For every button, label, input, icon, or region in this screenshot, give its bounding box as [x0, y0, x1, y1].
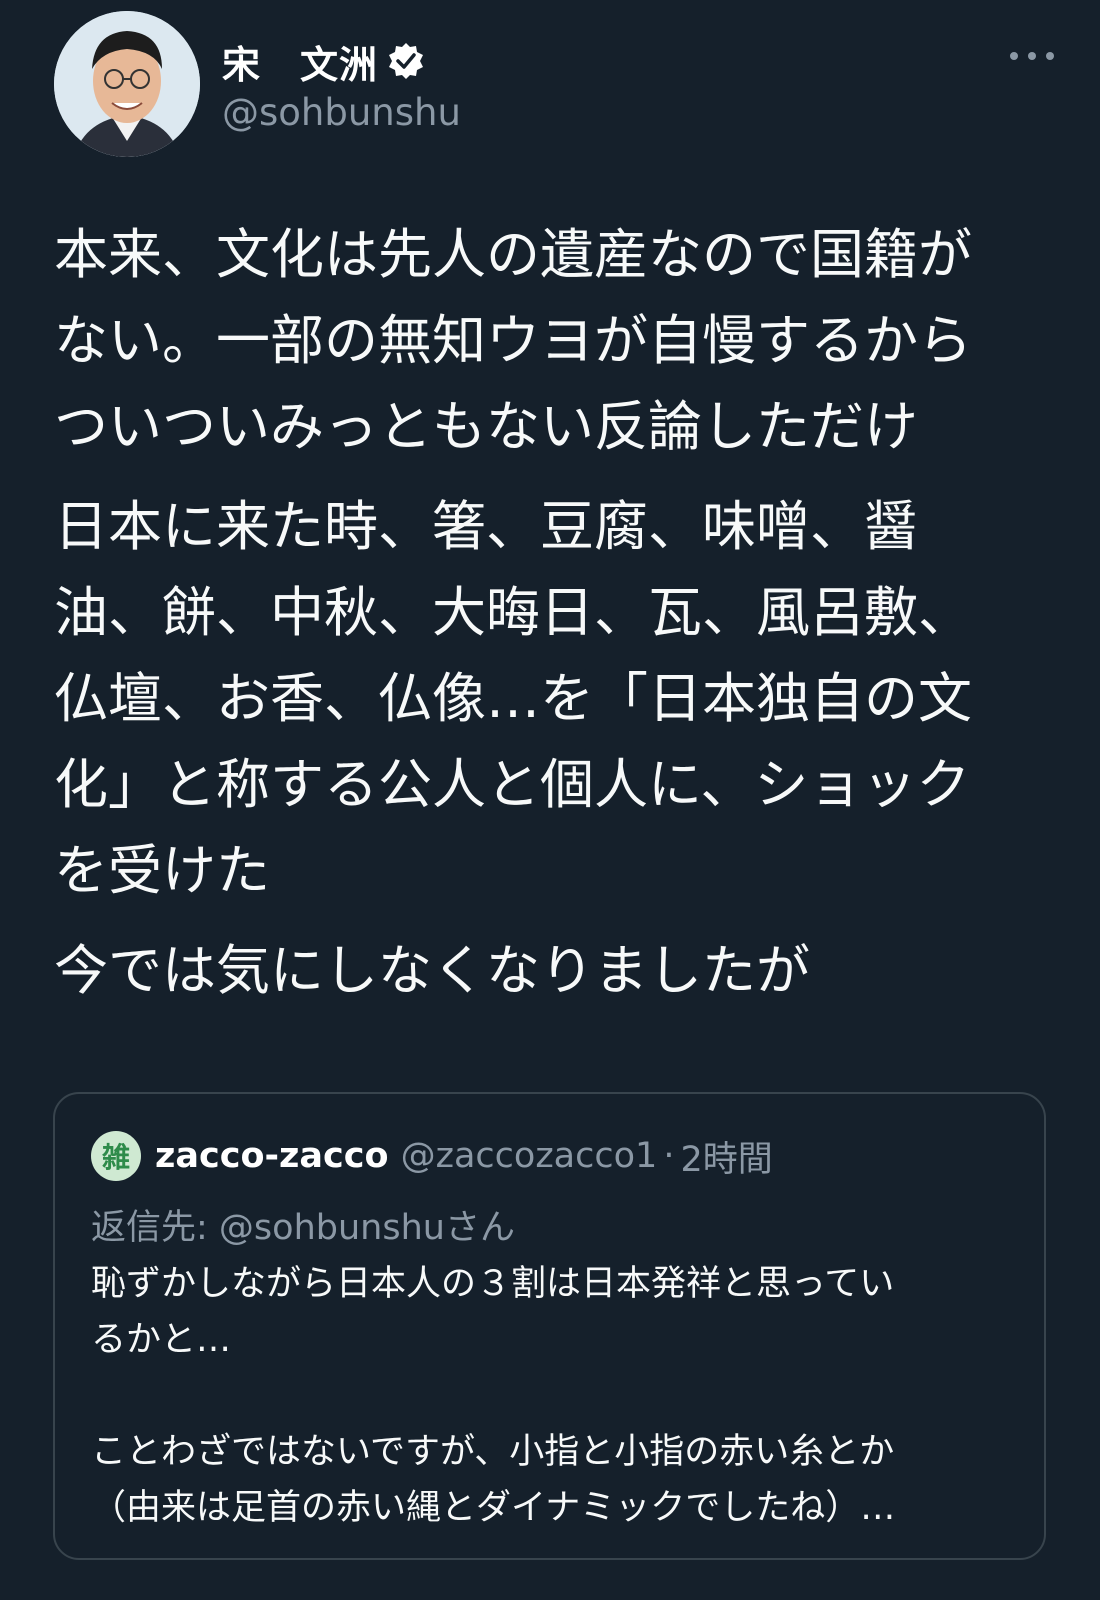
quoted-timestamp: 2時間 [680, 1139, 773, 1180]
reply-to-line: 返信先: @sohbunshuさん [91, 1199, 515, 1250]
quoted-tweet-header: 雑 zacco-zacco @zaccozacco1 · 2時間 [91, 1128, 773, 1184]
reply-prefix: 返信先: [91, 1208, 219, 1248]
tweet-text: 本来、文化は先人の遺産なので国籍が ない。一部の無知ウヨが自慢するから ついつい… [54, 212, 1064, 1028]
quoted-author-handle: @zaccozacco1 [400, 1136, 658, 1176]
tweet-header: 宋 文洲 @sohbunshu [54, 11, 1054, 161]
quoted-paragraph-2: ことわざではないですが、小指と小指の赤い糸とか （由来は足首の赤い縄とダイナミッ… [91, 1432, 896, 1528]
separator-dot: · [663, 1136, 675, 1176]
author-name-row[interactable]: 宋 文洲 [222, 33, 426, 89]
quoted-author-name: zacco-zacco [155, 1136, 389, 1176]
quoted-tweet-text: 恥ずかしながら日本人の３割は日本発祥と思ってい るかと… ことわざではないですが… [91, 1256, 1011, 1536]
quoted-paragraph-1: 恥ずかしながら日本人の３割は日本発祥と思ってい るかと… [91, 1264, 895, 1360]
reply-suffix: さん [444, 1208, 515, 1248]
tweet-paragraph-1: 本来、文化は先人の遺産なので国籍が ない。一部の無知ウヨが自慢するから ついつい… [54, 223, 972, 458]
reply-handle: @sohbunshu [218, 1208, 445, 1248]
author-avatar[interactable] [54, 11, 200, 157]
tweet-paragraph-3: 今では気にしなくなりましたが [54, 939, 810, 1002]
more-dots-icon[interactable] [1010, 41, 1054, 71]
verified-badge-icon [386, 41, 426, 81]
quoted-author-avatar: 雑 [91, 1131, 141, 1181]
author-display-name[interactable]: 宋 文洲 [222, 34, 378, 89]
author-handle[interactable]: @sohbunshu [222, 91, 461, 134]
dot-icon [1028, 52, 1036, 60]
dot-icon [1046, 52, 1054, 60]
tweet-paragraph-2: 日本に来た時、箸、豆腐、味噌、醤 油、餅、中秋、大晦日、瓦、風呂敷、 仏壇、お香… [54, 495, 972, 902]
quoted-tweet-card[interactable]: 雑 zacco-zacco @zaccozacco1 · 2時間 返信先: @s… [53, 1092, 1046, 1560]
dot-icon [1010, 52, 1018, 60]
